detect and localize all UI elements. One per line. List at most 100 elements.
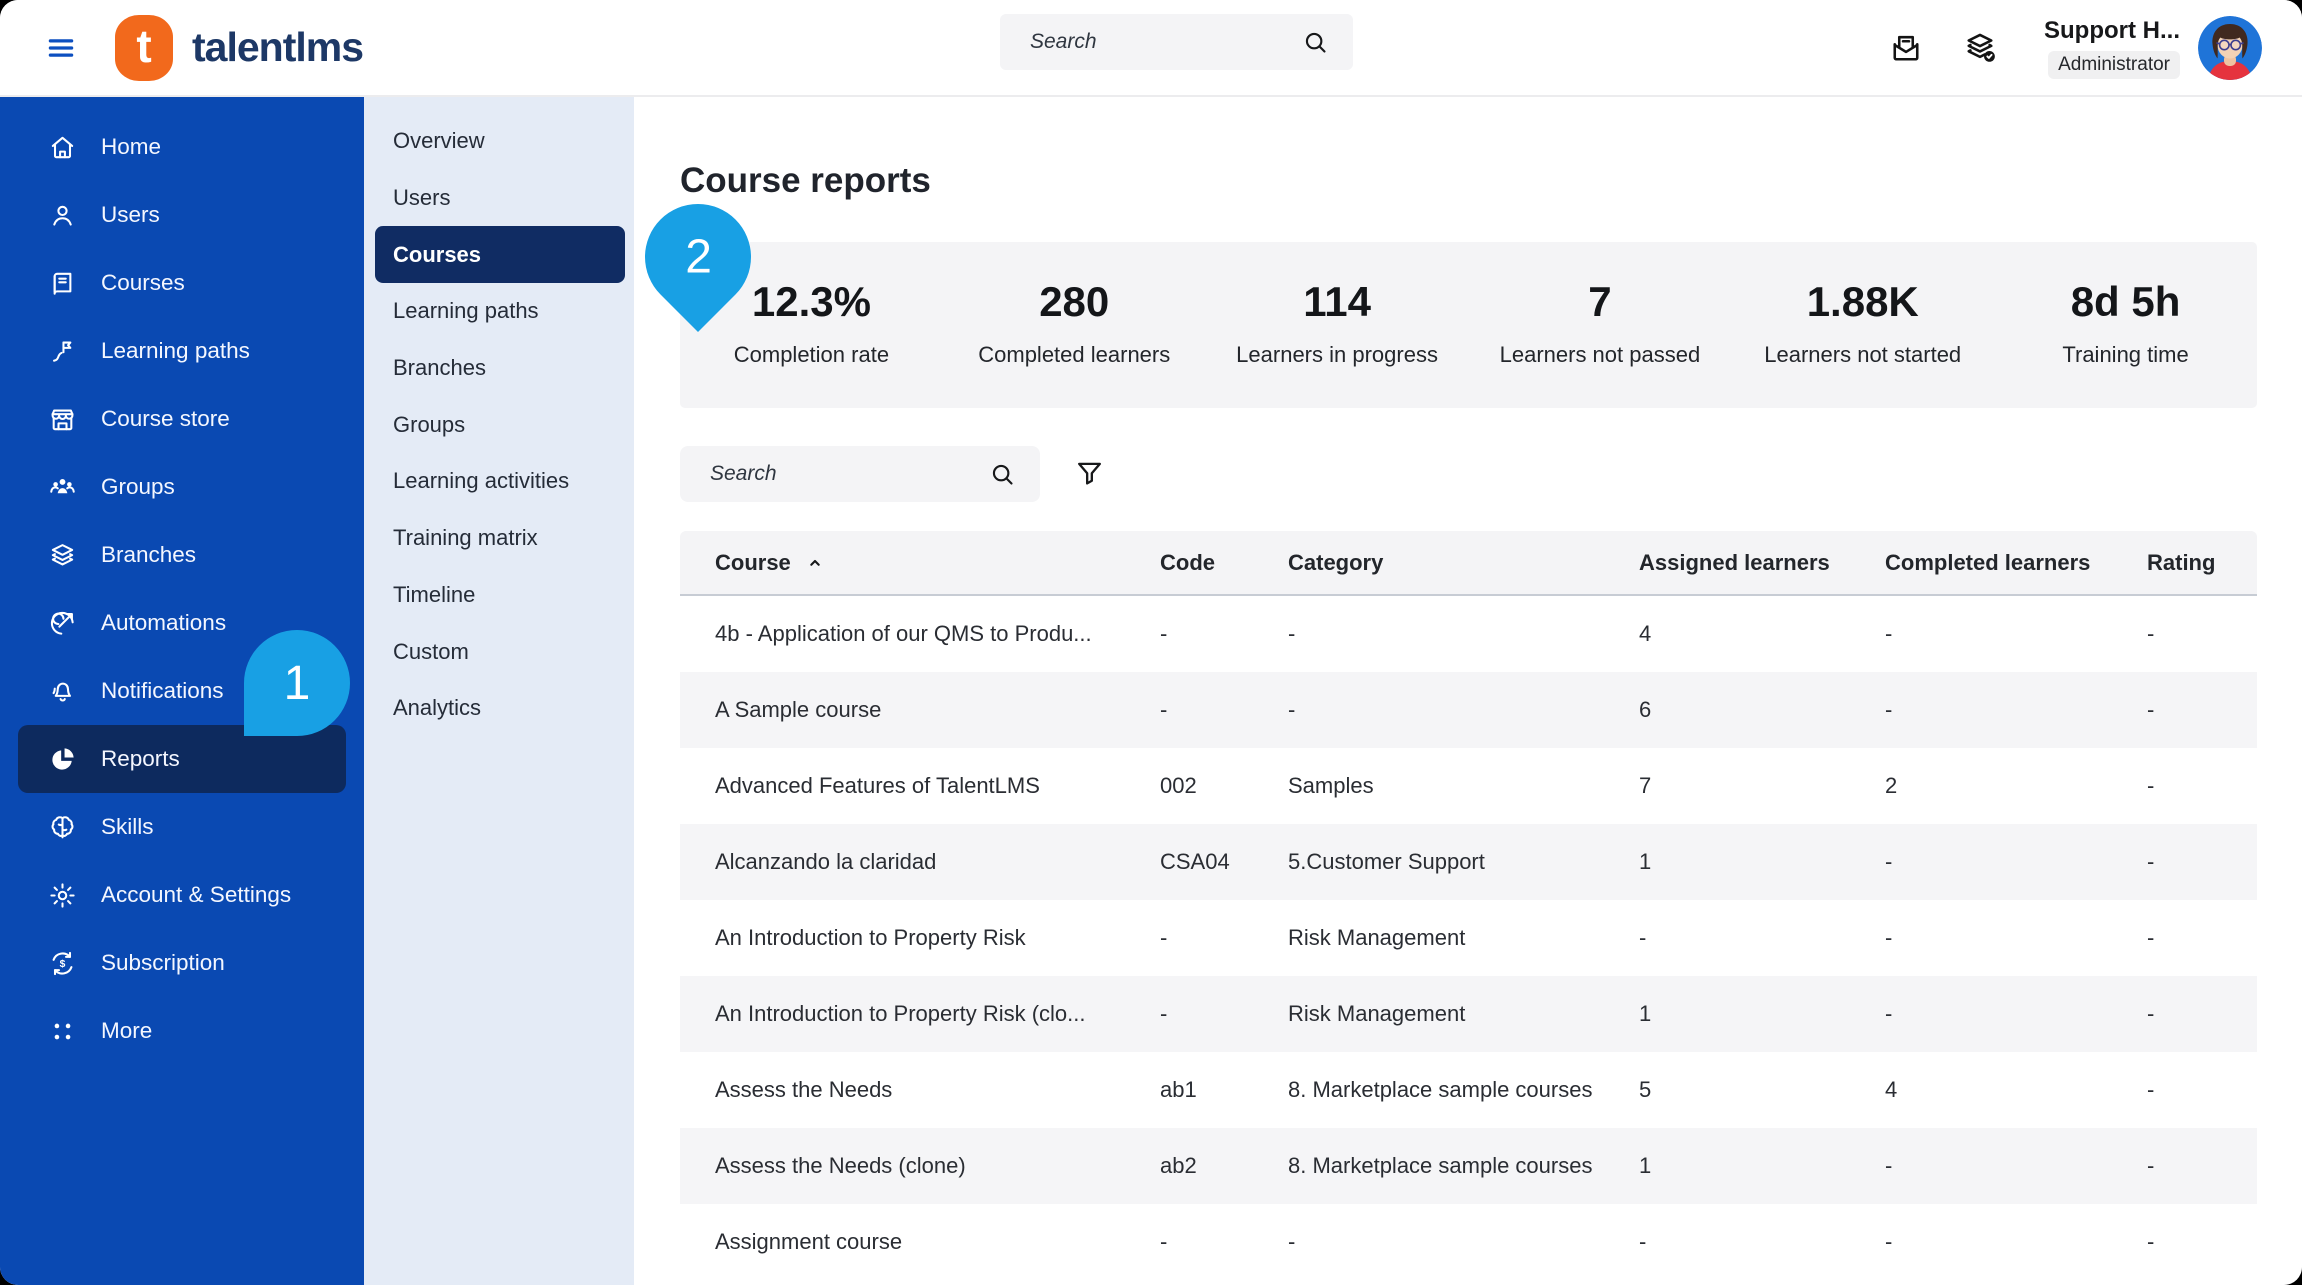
cell: An Introduction to Property Risk [715, 925, 1026, 950]
column-header-assigned-learners[interactable]: Assigned learners [1639, 550, 1885, 576]
cell: - [1885, 1001, 1893, 1026]
sidebar-item-home[interactable]: Home [0, 113, 364, 181]
cell: - [1160, 697, 1168, 722]
sidebar-item-courses[interactable]: Courses [0, 249, 364, 317]
table-search-input[interactable]: Search [680, 446, 1040, 502]
message-icon[interactable] [1888, 30, 1924, 66]
talentlms-logo-icon[interactable]: t [115, 15, 173, 81]
stat-label: Completed learners [978, 342, 1171, 367]
cell: - [1639, 925, 1647, 950]
renew-icon: $ [48, 949, 77, 978]
search-icon[interactable] [989, 461, 1016, 488]
subnav-item-users[interactable]: Users [364, 170, 634, 227]
global-search-input[interactable]: Search [1000, 14, 1353, 70]
book-icon [48, 269, 77, 298]
subnav-item-groups[interactable]: Groups [364, 396, 634, 453]
cell: ab1 [1160, 1077, 1197, 1102]
subnav-item-courses[interactable]: Courses [375, 226, 625, 284]
cell: - [2147, 1001, 2155, 1026]
sidebar-item-groups[interactable]: Groups [0, 453, 364, 521]
cell: - [1160, 1001, 1168, 1026]
column-header-label: Assigned learners [1639, 549, 1830, 575]
column-header-completed-learners[interactable]: Completed learners [1885, 550, 2147, 576]
avatar[interactable] [2198, 15, 2262, 80]
subnav-item-analytics[interactable]: Analytics [364, 680, 634, 737]
subnav-item-overview[interactable]: Overview [364, 113, 634, 170]
sidebar-item-subscription[interactable]: $ Subscription [0, 929, 364, 997]
cell: Assignment course [715, 1229, 903, 1254]
stat-value: 8d 5h [2070, 278, 2181, 325]
callout-1-number: 1 [283, 656, 311, 710]
sidebar-item-skills[interactable]: Skills [0, 793, 364, 861]
subnav-item-branches[interactable]: Branches [364, 340, 634, 397]
stat-learners-not-passed: 7 Learners not passed [1468, 242, 1731, 408]
table-row[interactable]: 4b - Application of our QMS to Produ... -… [680, 596, 2257, 672]
cell: - [1288, 1229, 1296, 1254]
stat-value: 1.88K [1806, 278, 1919, 325]
layers-icon [48, 541, 77, 570]
cell: - [1639, 1229, 1647, 1254]
subnav-item-learning-paths[interactable]: Learning paths [364, 283, 634, 340]
table-row[interactable]: An Introduction to Property Risk (clo...… [680, 976, 2257, 1052]
sidebar-item-learning-paths[interactable]: Learning paths [0, 317, 364, 385]
column-header-label: Rating [2147, 549, 2216, 575]
column-header-category[interactable]: Category [1288, 550, 1639, 576]
stat-learners-not-started: 1.88K Learners not started [1731, 242, 1994, 408]
stat-value: 7 [1588, 278, 1612, 325]
sidebar-item-label: More [101, 1018, 153, 1043]
stat-label: Learners in progress [1236, 342, 1438, 367]
cell: Samples [1288, 773, 1374, 798]
cell: 8. Marketplace sample courses [1288, 1077, 1593, 1102]
table-row[interactable]: A Sample course - - 6 - - [680, 672, 2257, 748]
table-row[interactable]: Assess the Needs (clone) ab2 8. Marketplac… [680, 1128, 2257, 1204]
filter-icon[interactable] [1073, 457, 1106, 490]
cell: - [1885, 925, 1893, 950]
cell: - [1885, 1229, 1893, 1254]
stack-icon[interactable] [1962, 30, 1998, 66]
cell: An Introduction to Property Risk (clo... [715, 1001, 1086, 1026]
app-window: t talentlms Search Support H... Administ… [0, 0, 2302, 1285]
sidebar-item-more[interactable]: More [0, 997, 364, 1065]
cell: - [1160, 925, 1168, 950]
sidebar-item-account-settings[interactable]: Account & Settings [0, 861, 364, 929]
cell: 5 [1639, 1077, 1652, 1102]
stat-training-time: 8d 5h Training time [1994, 242, 2257, 408]
cell: - [2147, 773, 2155, 798]
sidebar-item-branches[interactable]: Branches [0, 521, 364, 589]
column-header-rating[interactable]: Rating [2147, 550, 2257, 576]
sidebar-item-label: Reports [101, 746, 180, 771]
table-row[interactable]: Advanced Features of TalentLMS 002 Samples… [680, 748, 2257, 824]
sidebar-item-course-store[interactable]: Course store [0, 385, 364, 453]
table-row[interactable]: Assess the Needs ab1 8. Marketplace sample… [680, 1052, 2257, 1128]
cell: - [2147, 849, 2155, 874]
table-row[interactable]: An Introduction to Property Risk - Risk Ma… [680, 900, 2257, 976]
sidebar-item-users[interactable]: Users [0, 181, 364, 249]
table-row[interactable]: Assignment course - - - - - [680, 1204, 2257, 1280]
column-header-code[interactable]: Code [1160, 550, 1288, 576]
pie-icon [48, 745, 77, 774]
table-row[interactable]: Alcanzando la claridad CSA04 5.Customer Su… [680, 824, 2257, 900]
table-body: 4b - Application of our QMS to Produ... -… [680, 596, 2257, 1280]
cell: - [2147, 925, 2155, 950]
top-bar: t talentlms Search Support H... Administ… [0, 0, 2302, 97]
hamburger-menu-icon[interactable] [46, 33, 76, 63]
stat-value: 280 [1039, 278, 1110, 325]
svg-text:$: $ [60, 959, 66, 970]
cell: 4 [1639, 621, 1652, 646]
cell: Alcanzando la claridad [715, 849, 937, 874]
subnav-item-training-matrix[interactable]: Training matrix [364, 510, 634, 567]
page-title: Course reports [680, 161, 931, 201]
subnav-item-timeline[interactable]: Timeline [364, 567, 634, 624]
stat-learners-in-progress: 114 Learners in progress [1206, 242, 1469, 408]
user-icon [48, 201, 77, 230]
cell: Assess the Needs [715, 1077, 893, 1102]
sidebar-item-label: Courses [101, 270, 185, 295]
store-icon [48, 405, 77, 434]
subnav-item-custom[interactable]: Custom [364, 623, 634, 680]
brand-wordmark[interactable]: talentlms [192, 0, 364, 95]
column-header-course[interactable]: Course [715, 550, 1160, 576]
cell: 1 [1639, 849, 1652, 874]
search-icon[interactable] [1302, 29, 1329, 56]
user-menu[interactable]: Support H... Administrator [2044, 17, 2180, 79]
subnav-item-learning-activities[interactable]: Learning activities [364, 453, 634, 510]
